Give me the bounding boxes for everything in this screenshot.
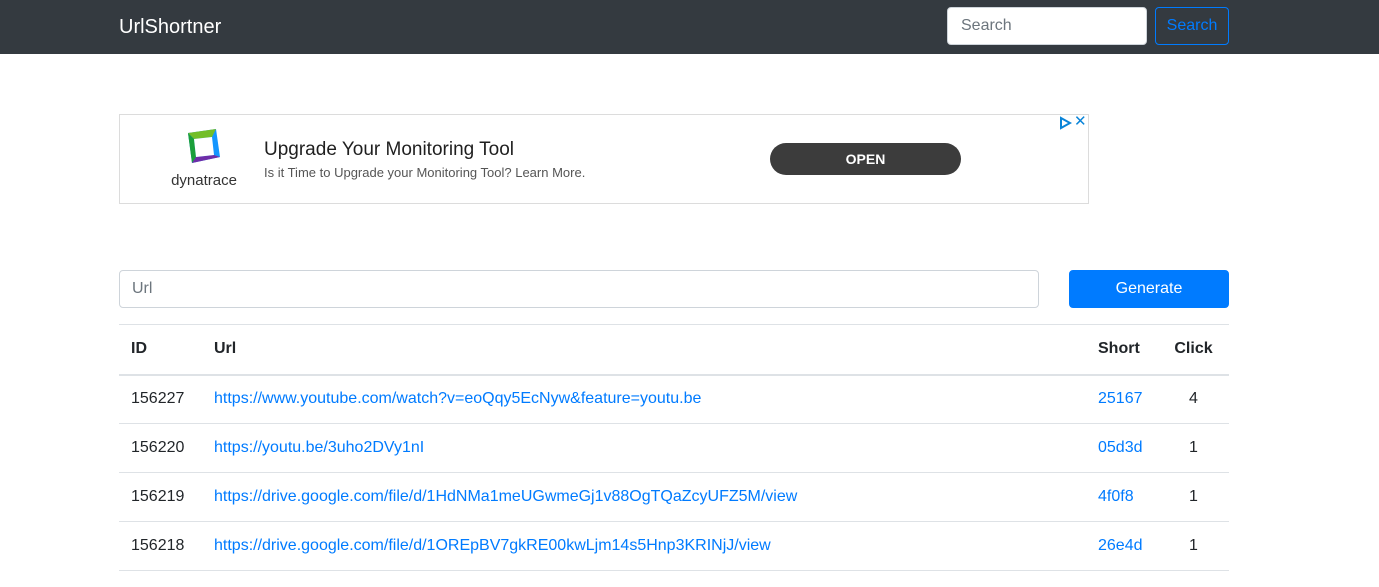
ad-banner[interactable]: dynatrace Upgrade Your Monitoring Tool I… (119, 114, 1089, 204)
row-click-count: 4 (1189, 390, 1198, 408)
row-url-link[interactable]: https://drive.google.com/file/d/1OREpBV7… (214, 537, 771, 554)
row-short-link[interactable]: 4f0f8 (1098, 488, 1134, 505)
row-url-link[interactable]: https://www.youtube.com/watch?v=eoQqy5Ec… (214, 390, 701, 407)
ad-logo-text: dynatrace (171, 172, 237, 189)
dynatrace-logo-icon (188, 129, 220, 163)
header-short: Short (1098, 340, 1140, 358)
search-button[interactable]: Search (1155, 7, 1229, 45)
table-row: 156219 https://drive.google.com/file/d/1… (119, 473, 1229, 522)
header-click: Click (1174, 340, 1213, 358)
row-url-link[interactable]: https://drive.google.com/file/d/1HdNMa1m… (214, 488, 797, 505)
search-input[interactable] (947, 7, 1147, 45)
ad-choices-icon[interactable] (1058, 116, 1072, 130)
generate-button[interactable]: Generate (1069, 270, 1229, 308)
navbar: UrlShortner Search (0, 0, 1379, 54)
row-short-link[interactable]: 25167 (1098, 390, 1143, 407)
table-row: 156227 https://www.youtube.com/watch?v=e… (119, 375, 1229, 424)
row-id: 156220 (131, 439, 185, 456)
url-input[interactable] (119, 270, 1039, 308)
table-row: 156218 https://drive.google.com/file/d/1… (119, 522, 1229, 571)
table-row: 156220 https://youtu.be/3uho2DVy1nI 05d3… (119, 424, 1229, 473)
row-id: 156219 (131, 488, 185, 505)
ad-subtitle: Is it Time to Upgrade your Monitoring To… (264, 165, 586, 180)
ad-logo: dynatrace (168, 127, 240, 193)
ad-open-button[interactable]: OPEN (770, 143, 961, 175)
table-header-row: ID Url Short Click (119, 324, 1229, 375)
row-id: 156227 (131, 390, 185, 408)
row-id: 156218 (131, 537, 185, 554)
header-url: Url (214, 340, 237, 358)
close-icon[interactable]: ✕ (1074, 114, 1087, 130)
ad-choices[interactable]: ✕ (1058, 114, 1088, 130)
row-short-link[interactable]: 26e4d (1098, 537, 1143, 554)
url-table: ID Url Short Click 156227 https://www.yo… (119, 324, 1229, 571)
row-short-link[interactable]: 05d3d (1098, 439, 1143, 456)
ad-title[interactable]: Upgrade Your Monitoring Tool (264, 139, 514, 161)
row-click-count: 1 (1189, 439, 1198, 456)
row-click-count: 1 (1189, 537, 1198, 554)
row-click-count: 1 (1189, 488, 1198, 505)
header-id: ID (131, 340, 147, 358)
row-url-link[interactable]: https://youtu.be/3uho2DVy1nI (214, 439, 424, 456)
brand-link[interactable]: UrlShortner (119, 14, 221, 40)
